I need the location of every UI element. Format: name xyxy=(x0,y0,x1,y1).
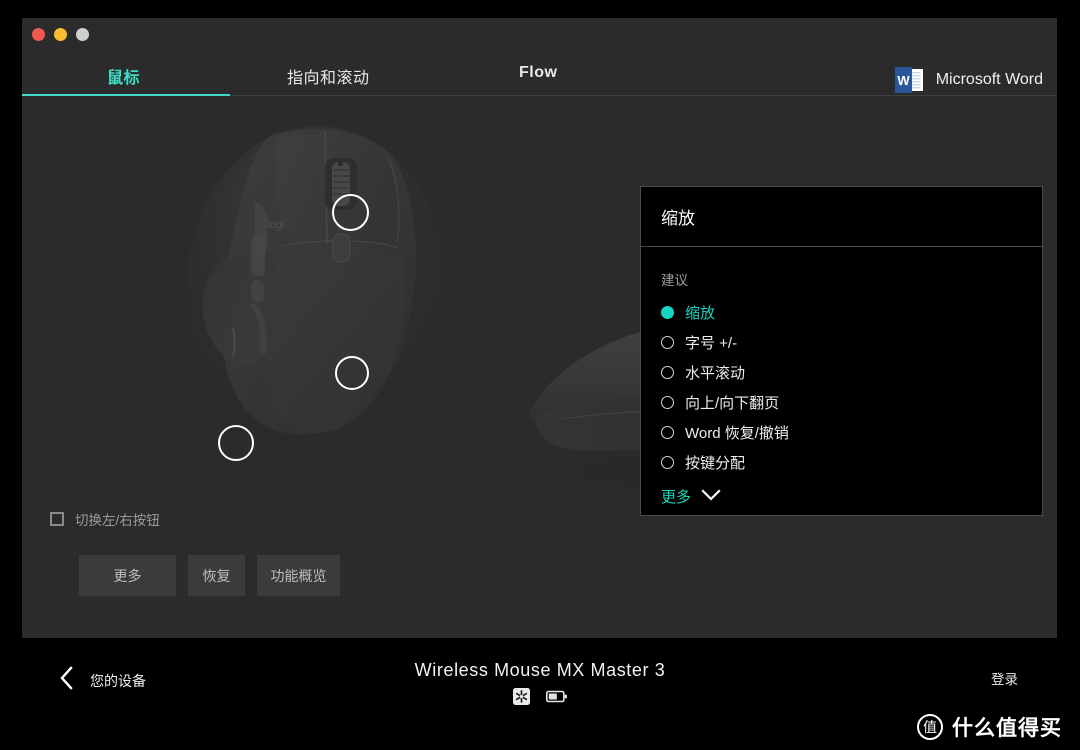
panel-more-label: 更多 xyxy=(661,489,692,506)
maximize-window-button[interactable] xyxy=(76,28,89,41)
panel-body: 建议 缩放 字号 +/- 水平滚动 向上/向下翻页 Word 恢复/撤销 按键分… xyxy=(641,247,1042,507)
close-window-button[interactable] xyxy=(32,28,45,41)
feature-overview-button[interactable]: 功能概览 xyxy=(257,555,340,596)
option-word-redo-undo[interactable]: Word 恢复/撤销 xyxy=(661,422,1022,443)
panel-header: 缩放 xyxy=(641,187,1042,247)
option-label: 缩放 xyxy=(685,305,716,322)
suggestions-label: 建议 xyxy=(661,273,688,288)
panel-more-toggle[interactable]: 更多 xyxy=(661,486,1022,507)
option-label: 向上/向下翻页 xyxy=(685,395,780,412)
restore-button[interactable]: 恢复 xyxy=(188,555,245,596)
mouse-top-view-image: logi xyxy=(177,116,447,446)
option-font-size[interactable]: 字号 +/- xyxy=(661,332,1022,353)
option-label: 水平滚动 xyxy=(685,365,746,382)
radio-icon xyxy=(661,306,674,319)
battery-icon xyxy=(545,690,568,708)
tab-mouse[interactable]: 鼠标 xyxy=(107,64,140,88)
option-horizontal-scroll[interactable]: 水平滚动 xyxy=(661,362,1022,383)
more-button[interactable]: 更多 xyxy=(79,555,176,596)
minimize-window-button[interactable] xyxy=(54,28,67,41)
svg-text:W: W xyxy=(897,73,910,88)
device-stage: logi 切换左/右按钮 更多 恢复 功能概览 缩放 建议 缩放 字号 +/- … xyxy=(22,96,1057,638)
device-name: Wireless Mouse MX Master 3 xyxy=(414,660,666,680)
swap-buttons-row[interactable]: 切换左/右按钮 xyxy=(50,509,160,529)
radio-icon xyxy=(661,336,674,349)
device-info: Wireless Mouse MX Master 3 xyxy=(0,660,1080,710)
title-bar: 鼠标 指向和滚动 Flow W Microsoft Word xyxy=(22,18,1057,97)
option-page-up-down[interactable]: 向上/向下翻页 xyxy=(661,392,1022,413)
option-label: 按键分配 xyxy=(685,455,746,472)
watermark-logo: 值 xyxy=(917,714,943,740)
radio-icon xyxy=(661,426,674,439)
screen: 鼠标 指向和滚动 Flow W Microsoft Word logi 切换左/… xyxy=(0,0,1080,750)
active-application-chip[interactable]: W Microsoft Word xyxy=(893,66,1043,94)
tab-point-and-scroll[interactable]: 指向和滚动 xyxy=(287,64,370,88)
footer-bar: 您的设备 Wireless Mouse MX Master 3 登录 值 什么值… xyxy=(0,638,1080,750)
assignment-popup-panel: 缩放 建议 缩放 字号 +/- 水平滚动 向上/向下翻页 Word 恢复/撤销 … xyxy=(640,186,1043,516)
active-application-name: Microsoft Word xyxy=(935,71,1043,88)
chevron-down-icon xyxy=(701,488,721,506)
panel-title: 缩放 xyxy=(661,209,695,228)
thumb-button-hotspot[interactable] xyxy=(218,425,254,461)
radio-icon xyxy=(661,396,674,409)
device-status-icons xyxy=(0,688,1080,710)
swap-buttons-label: 切换左/右按钮 xyxy=(75,513,160,528)
watermark-text: 什么值得买 xyxy=(952,717,1062,740)
radio-icon xyxy=(661,456,674,469)
sign-in-link[interactable]: 登录 xyxy=(991,668,1018,688)
option-label: Word 恢复/撤销 xyxy=(685,425,789,442)
option-label: 字号 +/- xyxy=(685,335,738,352)
app-window: 鼠标 指向和滚动 Flow W Microsoft Word logi 切换左/… xyxy=(22,18,1057,638)
tab-flow[interactable]: Flow xyxy=(519,64,557,82)
option-keystroke-assignment[interactable]: 按键分配 xyxy=(661,452,1022,473)
mode-shift-button-hotspot[interactable] xyxy=(335,356,369,390)
watermark: 值 什么值得买 xyxy=(917,712,1062,742)
scroll-wheel-hotspot[interactable] xyxy=(332,194,369,231)
swap-buttons-checkbox[interactable] xyxy=(50,512,64,526)
microsoft-word-icon: W xyxy=(893,66,925,94)
brand-mark: logi xyxy=(267,219,284,231)
stage-button-group: 更多 恢复 功能概览 xyxy=(79,555,340,596)
option-zoom[interactable]: 缩放 xyxy=(661,302,1022,323)
radio-icon xyxy=(661,366,674,379)
unifying-receiver-icon xyxy=(512,688,530,710)
window-controls xyxy=(32,28,89,41)
